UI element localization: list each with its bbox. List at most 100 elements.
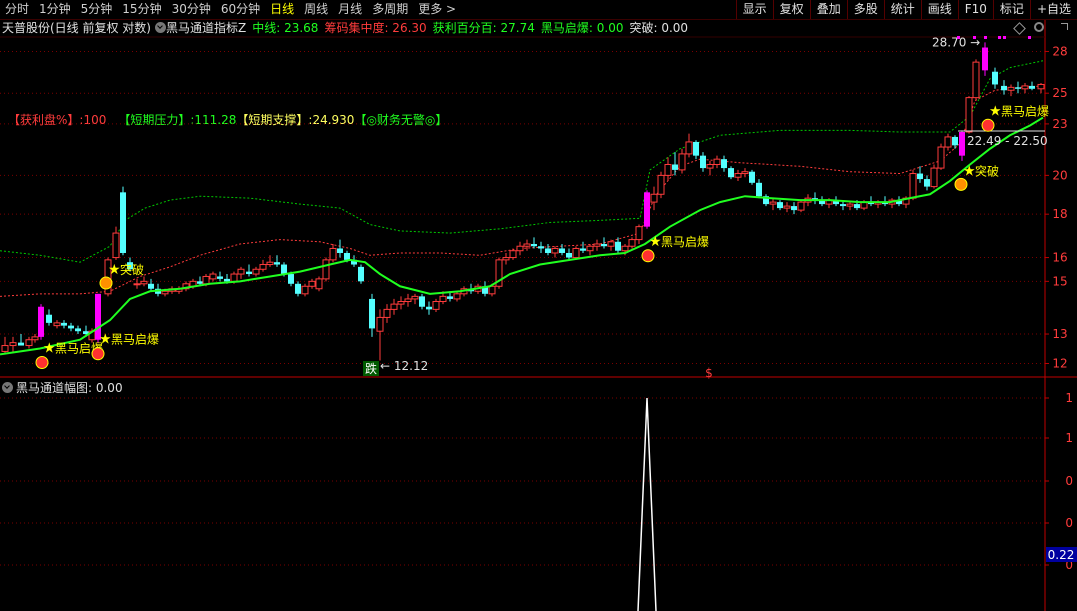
dollar-marker: $ (705, 366, 713, 380)
candle-body (566, 252, 572, 258)
candle (944, 133, 952, 151)
min-marker-label: 跌 (365, 361, 377, 376)
break-circle-icon (99, 276, 113, 290)
candle (46, 309, 52, 326)
signal-label: 黑马启爆 (661, 235, 709, 249)
candle (182, 281, 190, 292)
lower-tick-label: 0 (1065, 474, 1073, 488)
candle (53, 320, 61, 329)
lower-tick-label: 1 (1065, 391, 1073, 405)
signal-label: 黑马启爆 (111, 333, 159, 347)
candle (133, 278, 141, 289)
candle (38, 304, 44, 340)
candle-body (937, 146, 945, 169)
candle (18, 334, 24, 346)
kline-chart[interactable]: 28 25 23 20 18 16 15 13 12 28.70 → ← 12.12跌 $22.49 … (0, 0, 1077, 611)
candle (756, 179, 762, 199)
candle-body (721, 159, 727, 169)
candle (1037, 83, 1045, 94)
candle-body (924, 179, 930, 187)
candle (672, 152, 678, 176)
candle (713, 155, 721, 169)
signal-label: 突破 (975, 163, 999, 178)
candle-body (650, 193, 658, 203)
candle-body (301, 285, 309, 295)
candle (358, 264, 364, 284)
candle-body (846, 203, 854, 207)
candle-body (657, 174, 665, 195)
lower-tick-label: 1 (1065, 431, 1073, 445)
candle-body (288, 274, 294, 284)
candle (628, 237, 636, 249)
candle (531, 237, 537, 249)
candle (432, 298, 440, 313)
candle (1015, 81, 1021, 94)
candle (700, 152, 706, 172)
y-tick-label: 18 (1052, 207, 1067, 221)
candle (9, 336, 17, 352)
candle-body (1, 345, 9, 352)
y-tick-label: 28 (1052, 44, 1067, 58)
candle-body (308, 280, 316, 287)
candle (982, 42, 988, 76)
candle (937, 143, 945, 170)
candle (551, 246, 559, 258)
candle (112, 226, 120, 260)
candle-body (25, 339, 33, 347)
candle-body (1029, 85, 1035, 89)
candle (274, 255, 280, 267)
candle-body (148, 283, 154, 289)
lower-value-text: 0.22 (1048, 548, 1075, 562)
candle (566, 248, 572, 260)
candle (509, 248, 517, 260)
candle-body (628, 239, 636, 247)
candle-body (120, 192, 126, 253)
candle-body (404, 298, 412, 303)
candle-body (545, 248, 551, 253)
candle (693, 140, 699, 160)
candle-body (197, 281, 203, 284)
lower-channel-line (0, 85, 1044, 297)
candle-body (749, 171, 755, 183)
candle-body (728, 168, 734, 178)
candle-body (453, 293, 461, 300)
candle-body (593, 243, 601, 247)
candle (411, 293, 419, 305)
top-dot-marker (1003, 36, 1006, 39)
candle (586, 244, 594, 256)
candle-body (706, 163, 714, 169)
candle (635, 224, 643, 245)
candle-body (982, 47, 988, 71)
signal-marker: ★ 突破 (954, 163, 999, 191)
candle-body (734, 173, 742, 178)
candle (728, 166, 734, 180)
candle-body (237, 268, 245, 275)
candle-body (358, 266, 364, 282)
candle (453, 291, 461, 302)
candle (678, 148, 686, 174)
candle-body (202, 275, 210, 285)
candle (31, 334, 39, 343)
candle-body (516, 245, 524, 252)
candle (685, 133, 693, 158)
candle-body (266, 261, 274, 266)
candle-body (635, 226, 643, 241)
candle (930, 164, 938, 189)
candle-body (854, 204, 860, 209)
candle-body (713, 158, 721, 165)
star-icon: ★ (99, 332, 112, 348)
candle (721, 155, 727, 172)
candle-body (797, 201, 805, 211)
candle-body (672, 164, 678, 170)
candle-body (523, 243, 531, 247)
star-icon: ★ (963, 163, 976, 179)
candle-body (791, 206, 797, 211)
candle (404, 293, 412, 307)
candle-body (18, 342, 24, 346)
candle (329, 244, 337, 263)
candle (644, 190, 650, 229)
candle (952, 135, 958, 149)
candle-body (140, 280, 148, 285)
candle-body (959, 131, 965, 156)
candle-body (965, 97, 973, 133)
